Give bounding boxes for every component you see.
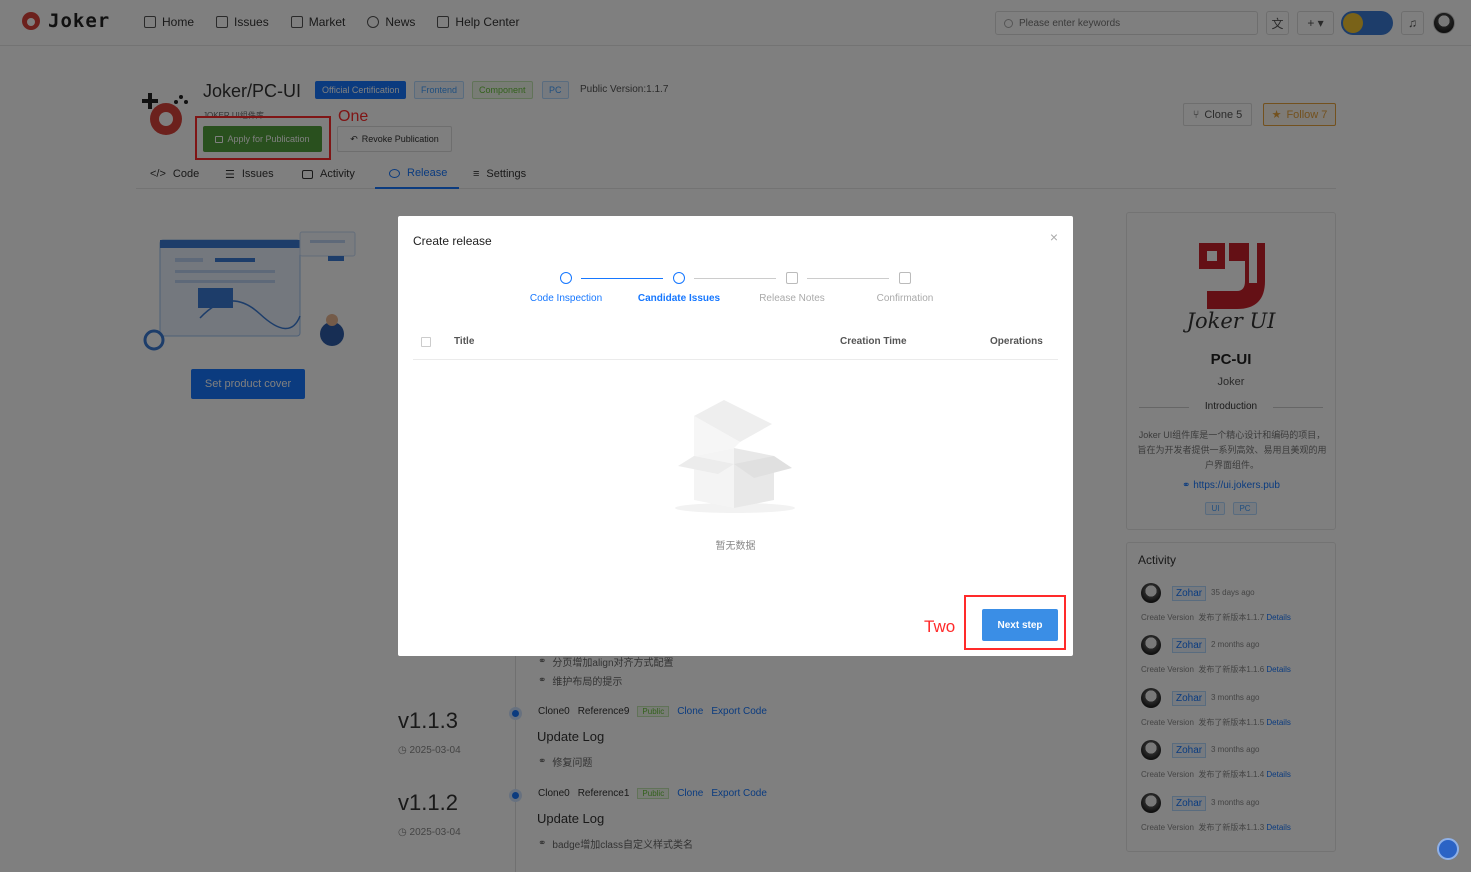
info-circle-icon <box>673 272 685 284</box>
step-label: Candidate Issues <box>637 293 721 304</box>
step-candidate-issues: Candidate Issues <box>623 272 735 304</box>
clipboard-icon <box>899 272 911 284</box>
step-label: Release Notes <box>759 293 825 304</box>
step-code-inspection: Code Inspection <box>510 272 622 304</box>
calendar-icon <box>786 272 798 284</box>
annotation-box-two <box>964 595 1066 650</box>
column-creation-time: Creation Time <box>840 336 907 347</box>
column-title: Title <box>454 336 475 347</box>
annotation-label-two: Two <box>924 617 956 636</box>
empty-box-icon <box>675 400 795 513</box>
dialog-title: Create release <box>413 234 492 248</box>
step-release-notes: Release Notes <box>736 272 848 304</box>
step-label: Confirmation <box>876 293 934 304</box>
column-operations: Operations <box>990 336 1043 347</box>
issues-table-header: Title Creation Time Operations <box>413 326 1058 360</box>
close-icon[interactable]: × <box>1050 229 1058 245</box>
select-all-checkbox[interactable] <box>421 337 431 347</box>
step-label: Code Inspection <box>529 293 603 304</box>
step-confirmation: Confirmation <box>849 272 961 304</box>
check-circle-icon <box>560 272 572 284</box>
empty-state-text: 暂无数据 <box>715 541 756 552</box>
floating-edit-button[interactable] <box>1437 838 1459 860</box>
create-release-dialog: Create release × Code Inspection Candida… <box>398 216 1073 656</box>
